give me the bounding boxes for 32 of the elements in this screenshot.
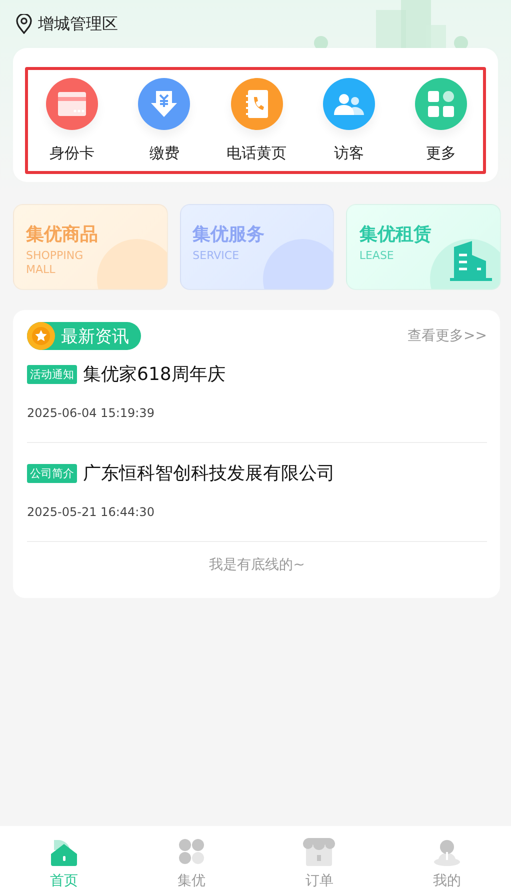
location-pin-icon	[16, 14, 32, 34]
news-tag: 公司简介	[27, 464, 77, 482]
news-title[interactable]: 广东恒科智创科技发展有限公司	[83, 461, 335, 485]
location-name[interactable]: 增城管理区	[38, 14, 118, 34]
apps-icon	[428, 91, 454, 117]
house-icon	[50, 838, 78, 866]
circles-icon	[178, 838, 206, 866]
promo-subtitle: SHOPPING MALL	[26, 249, 84, 277]
shortcut-button[interactable]: 访客	[312, 78, 385, 163]
building-icon	[450, 241, 492, 281]
shortcut-button[interactable]: 缴费	[128, 78, 200, 163]
promo-title: 集优商品	[26, 223, 98, 246]
yuan-arrow-icon	[151, 91, 178, 117]
card-icon	[58, 92, 86, 116]
phonebook-icon	[246, 90, 268, 118]
end-of-list-text: 我是有底线的~	[208, 556, 306, 575]
shortcut-button[interactable]: 更多	[405, 78, 477, 163]
shortcut-button[interactable]: 电话黄页	[220, 78, 292, 163]
shop-icon	[303, 838, 336, 866]
promo-title: 集优服务	[192, 223, 265, 246]
news-tag: 活动通知	[27, 364, 77, 384]
person-icon	[433, 838, 462, 866]
news-heading-badge: 最新资讯	[27, 322, 141, 350]
promo-subtitle: SERVICE	[192, 249, 240, 263]
promo-title: 集优租赁	[359, 223, 432, 246]
star-medal-icon	[27, 322, 55, 350]
news-title[interactable]: 集优家618周年庆	[83, 362, 226, 386]
promo-subtitle: LEASE	[359, 249, 395, 263]
news-time: 2025-05-21 16:44:30	[27, 505, 156, 519]
shortcut-button[interactable]: 身份卡	[36, 78, 108, 163]
news-time: 2025-06-04 15:19:39	[27, 406, 156, 420]
people-icon	[334, 93, 364, 115]
